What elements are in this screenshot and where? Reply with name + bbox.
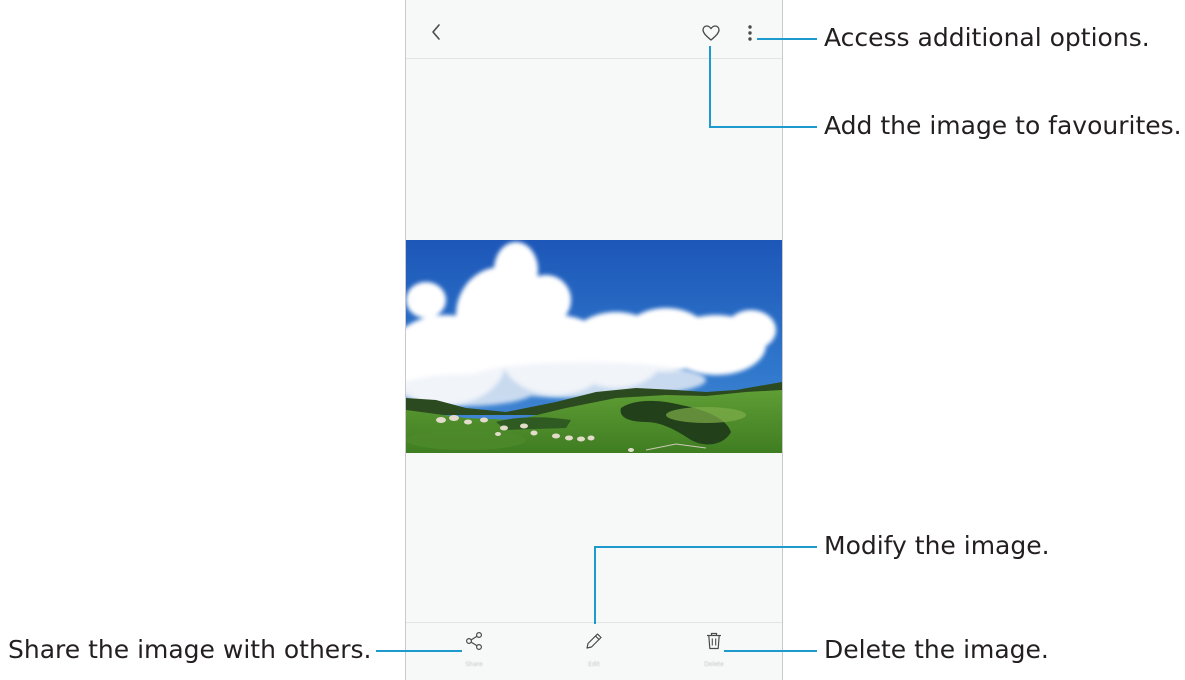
top-toolbar (406, 0, 782, 59)
leader-share (376, 650, 462, 652)
displayed-photo[interactable] (406, 240, 782, 453)
callout-favourite: Add the image to favourites. (824, 111, 1182, 140)
callout-options: Access additional options. (824, 23, 1150, 52)
callout-modify: Modify the image. (824, 531, 1050, 560)
heart-outline-icon (702, 25, 720, 41)
more-options-button[interactable] (742, 22, 758, 44)
trash-icon (707, 632, 721, 650)
edit-button[interactable]: Edit (564, 631, 624, 677)
leader-favourite-vertical (709, 46, 711, 128)
delete-button[interactable]: Delete (684, 631, 744, 677)
pencil-icon (586, 633, 602, 649)
favourite-button[interactable] (700, 22, 722, 44)
share-label: Share (465, 661, 483, 668)
leader-options (757, 38, 817, 40)
guide-figure: Share Edit Delete Access additional opti… (0, 0, 1185, 680)
vertical-dots-icon (748, 25, 752, 41)
chevron-left-icon (432, 24, 440, 40)
leader-modify-vertical (594, 546, 596, 624)
leader-delete (724, 650, 817, 652)
leader-modify-horizontal (594, 546, 817, 548)
callout-delete: Delete the image. (824, 635, 1049, 664)
delete-label: Delete (704, 661, 724, 668)
back-button[interactable] (426, 20, 446, 44)
share-icon (465, 631, 483, 651)
leader-favourite-horizontal (709, 126, 817, 128)
edit-label: Edit (588, 661, 600, 668)
callout-share: Share the image with others. (8, 635, 372, 664)
share-button[interactable]: Share (444, 631, 504, 677)
